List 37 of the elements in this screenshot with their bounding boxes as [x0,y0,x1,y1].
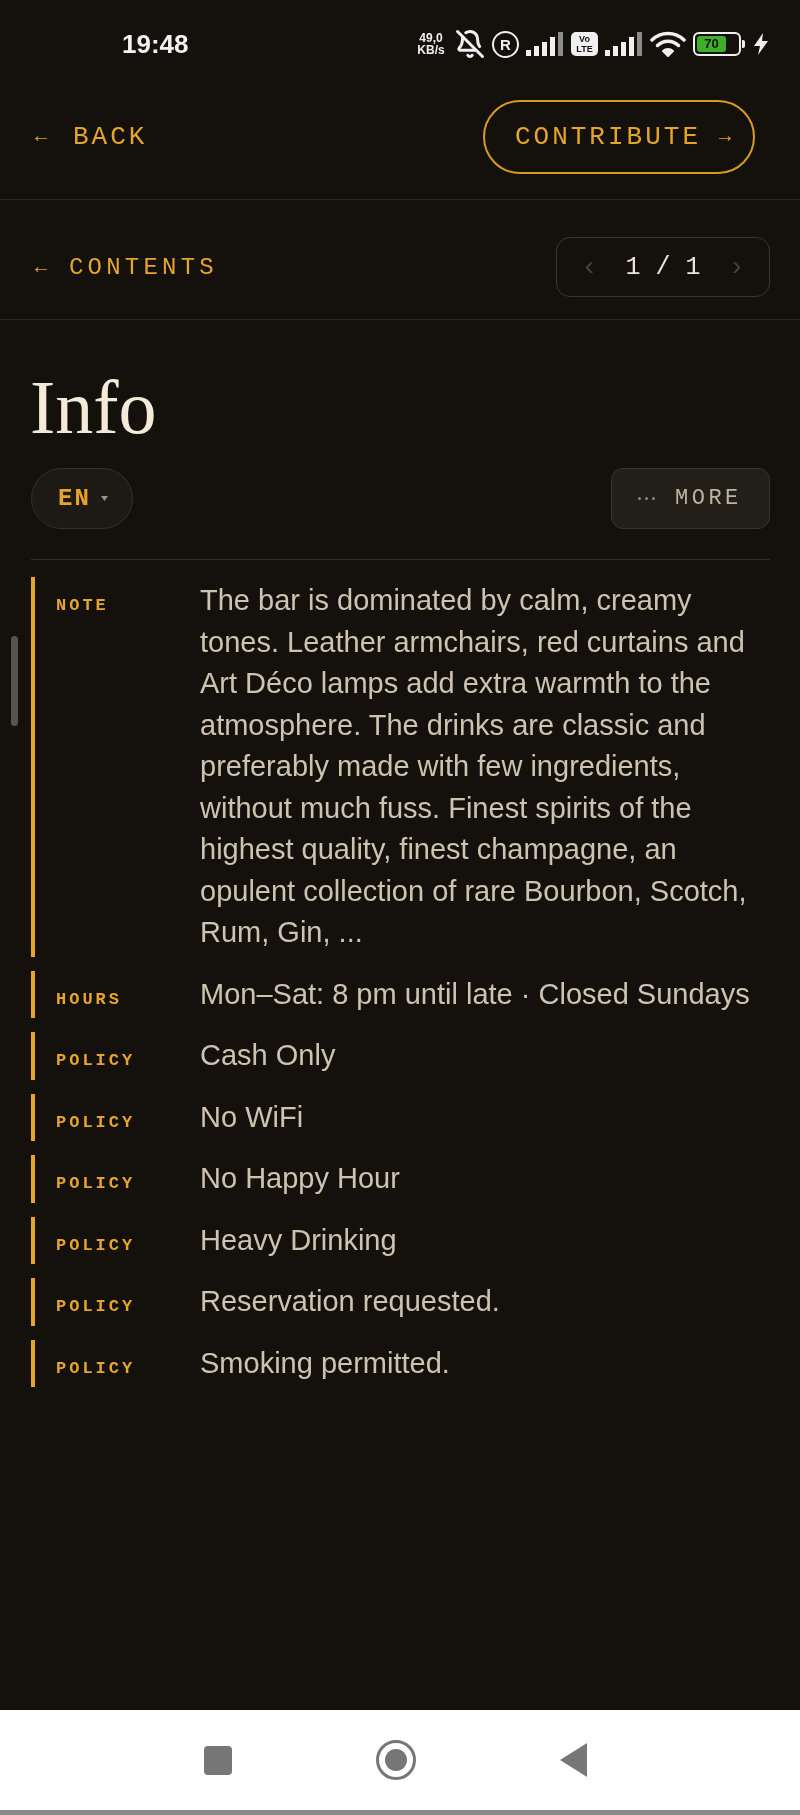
entry-text: Cash Only [200,1038,336,1073]
wifi-icon [650,31,686,57]
entry-text: Smoking permitted. [200,1345,450,1381]
more-button[interactable]: MORE [611,468,770,529]
entry-label: POLICY [56,1297,137,1316]
recents-icon[interactable] [204,1745,232,1775]
entry-text: Reservation requested. [200,1284,500,1319]
entry-text: The bar is dominated by calm, creamy tones. Leather armchairs, red curtains and Art Déco lamps add extra warmth to the atmosphere. The drinks are classic and preferably made with few ingredients, without much fuss. Finest spirits of the highest quality, finest champagne, an opulent collection of rare Bourbon, Scotch, Rum, Gin, ... [200,583,748,950]
entry-label: POLICY [56,1112,137,1132]
language-selector[interactable]: EN [31,468,133,529]
entry-label: POLICY [56,1235,137,1255]
clock-time: 19:48 [122,28,189,60]
signal-icon [605,32,643,56]
entry-label: POLICY [56,1358,137,1378]
entry-text: Mon–Sat: 8 pm until late · Closed Sundays [200,976,750,1012]
contribute-button[interactable]: CONTRIBUTE → [482,99,755,174]
entry-label: POLICY [56,1051,137,1070]
entry-text: No Happy Hour [200,1161,400,1196]
entry-label: NOTE [56,596,110,615]
ellipsis-icon [638,497,655,500]
page-title: Info [30,369,158,445]
caret-down-icon [100,496,108,501]
entry-text: No WiFi [200,1099,304,1135]
page-indicator: 1 / 1 [625,252,701,282]
volte-badge: Vo LTE [571,32,598,56]
entry-label: POLICY [56,1174,137,1193]
home-icon[interactable] [376,1740,416,1780]
bolt-icon [754,33,768,55]
entry-label: HOURS [56,989,123,1009]
registered-badge: R [492,30,519,58]
signal-icon [526,32,564,56]
back-icon[interactable] [560,1743,587,1777]
entry-text: Heavy Drinking [200,1222,397,1258]
network-speed: 49,0 KB/s [416,32,446,56]
bell-off-icon [455,29,485,59]
contents-link[interactable]: ← CONTENTS [35,253,218,281]
back-link[interactable]: ← BACK [35,121,148,152]
